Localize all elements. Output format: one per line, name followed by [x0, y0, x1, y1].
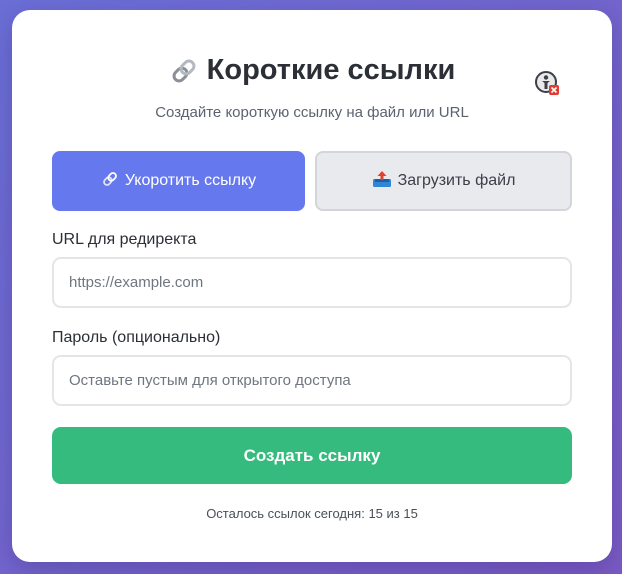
mode-tabs: Укоротить ссылку Загрузить файл	[52, 151, 572, 211]
upload-tray-icon	[372, 170, 392, 193]
title-row: Короткие ссылки	[12, 54, 612, 87]
tab-upload-file[interactable]: Загрузить файл	[315, 151, 572, 211]
link-icon	[169, 56, 199, 86]
url-label: URL для редиректа	[52, 231, 197, 248]
create-link-button[interactable]: Создать ссылку	[52, 427, 572, 484]
password-input[interactable]	[52, 355, 572, 406]
tab-shorten-link[interactable]: Укоротить ссылку	[52, 151, 305, 211]
tab-label: Загрузить файл	[397, 172, 516, 189]
tab-label: Укоротить ссылку	[124, 172, 257, 189]
extension-disabled-icon[interactable]	[534, 70, 560, 96]
page-title: Короткие ссылки	[206, 54, 456, 86]
password-label: Пароль (опционально)	[52, 329, 221, 346]
url-input[interactable]	[52, 257, 572, 308]
page-subtitle: Создайте короткую ссылку на файл или URL	[155, 104, 469, 121]
remaining-links-counter: Осталось ссылок сегодня: 15 из 15	[206, 506, 418, 521]
shortener-card: Короткие ссылки Создайте короткую ссылку…	[12, 10, 612, 562]
link-icon	[101, 170, 119, 193]
